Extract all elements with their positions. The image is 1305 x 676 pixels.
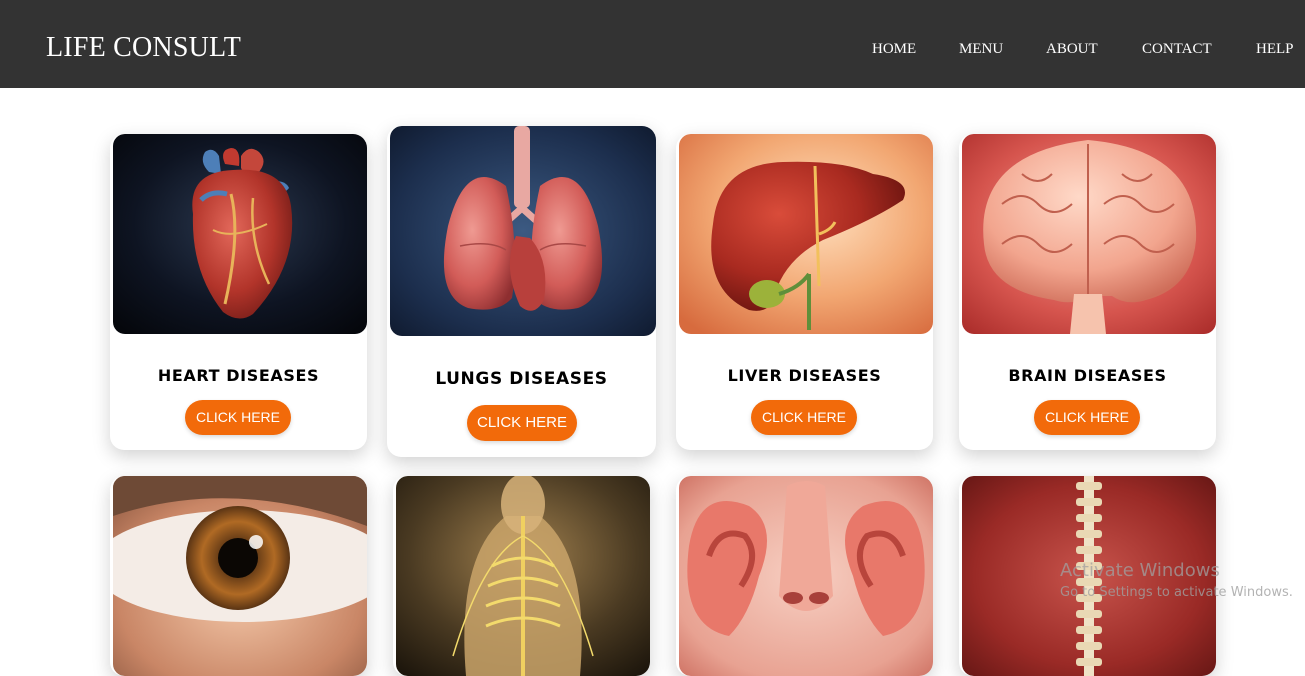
nav-about[interactable]: ABOUT [1046,40,1098,58]
lungs-image [390,126,656,336]
activation-watermark-subtitle: Go to Settings to activate Windows. [1060,585,1293,600]
brain-image [962,134,1216,334]
heart-image [113,134,367,334]
card-title: LUNGS DISEASES [435,369,608,389]
card-ear-nose [676,476,933,676]
card-title: HEART DISEASES [157,366,320,385]
card-brain-diseases: BRAIN DISEASES CLICK HERE [959,134,1216,450]
ear-nose-image [679,476,933,676]
card-nervous-system [393,476,650,676]
eye-image [113,476,367,676]
card-title: LIVER DISEASES [727,366,882,385]
click-here-button[interactable]: CLICK HERE [467,405,577,441]
click-here-button[interactable]: CLICK HERE [751,400,857,435]
liver-image [679,134,933,334]
nav-help[interactable]: HELP [1256,40,1294,58]
nervous-system-image [396,476,650,676]
card-title: BRAIN DISEASES [1008,366,1167,385]
card-heart-diseases: HEART DISEASES CLICK HERE [110,134,367,450]
nav-contact[interactable]: CONTACT [1142,40,1212,58]
click-here-button[interactable]: CLICK HERE [1034,400,1140,435]
nav-menu[interactable]: MENU [959,40,1003,58]
card-eye [110,476,367,676]
card-liver-diseases: LIVER DISEASES CLICK HERE [676,134,933,450]
brand-logo[interactable]: LIFE CONSULT [46,30,241,66]
click-here-button[interactable]: CLICK HERE [185,400,291,435]
top-navbar: LIFE CONSULT HOME MENU ABOUT CONTACT HEL… [0,0,1305,88]
activation-watermark-title: Activate Windows [1060,560,1220,581]
card-lungs-diseases: LUNGS DISEASES CLICK HERE [387,126,656,457]
nav-home[interactable]: HOME [872,40,916,58]
